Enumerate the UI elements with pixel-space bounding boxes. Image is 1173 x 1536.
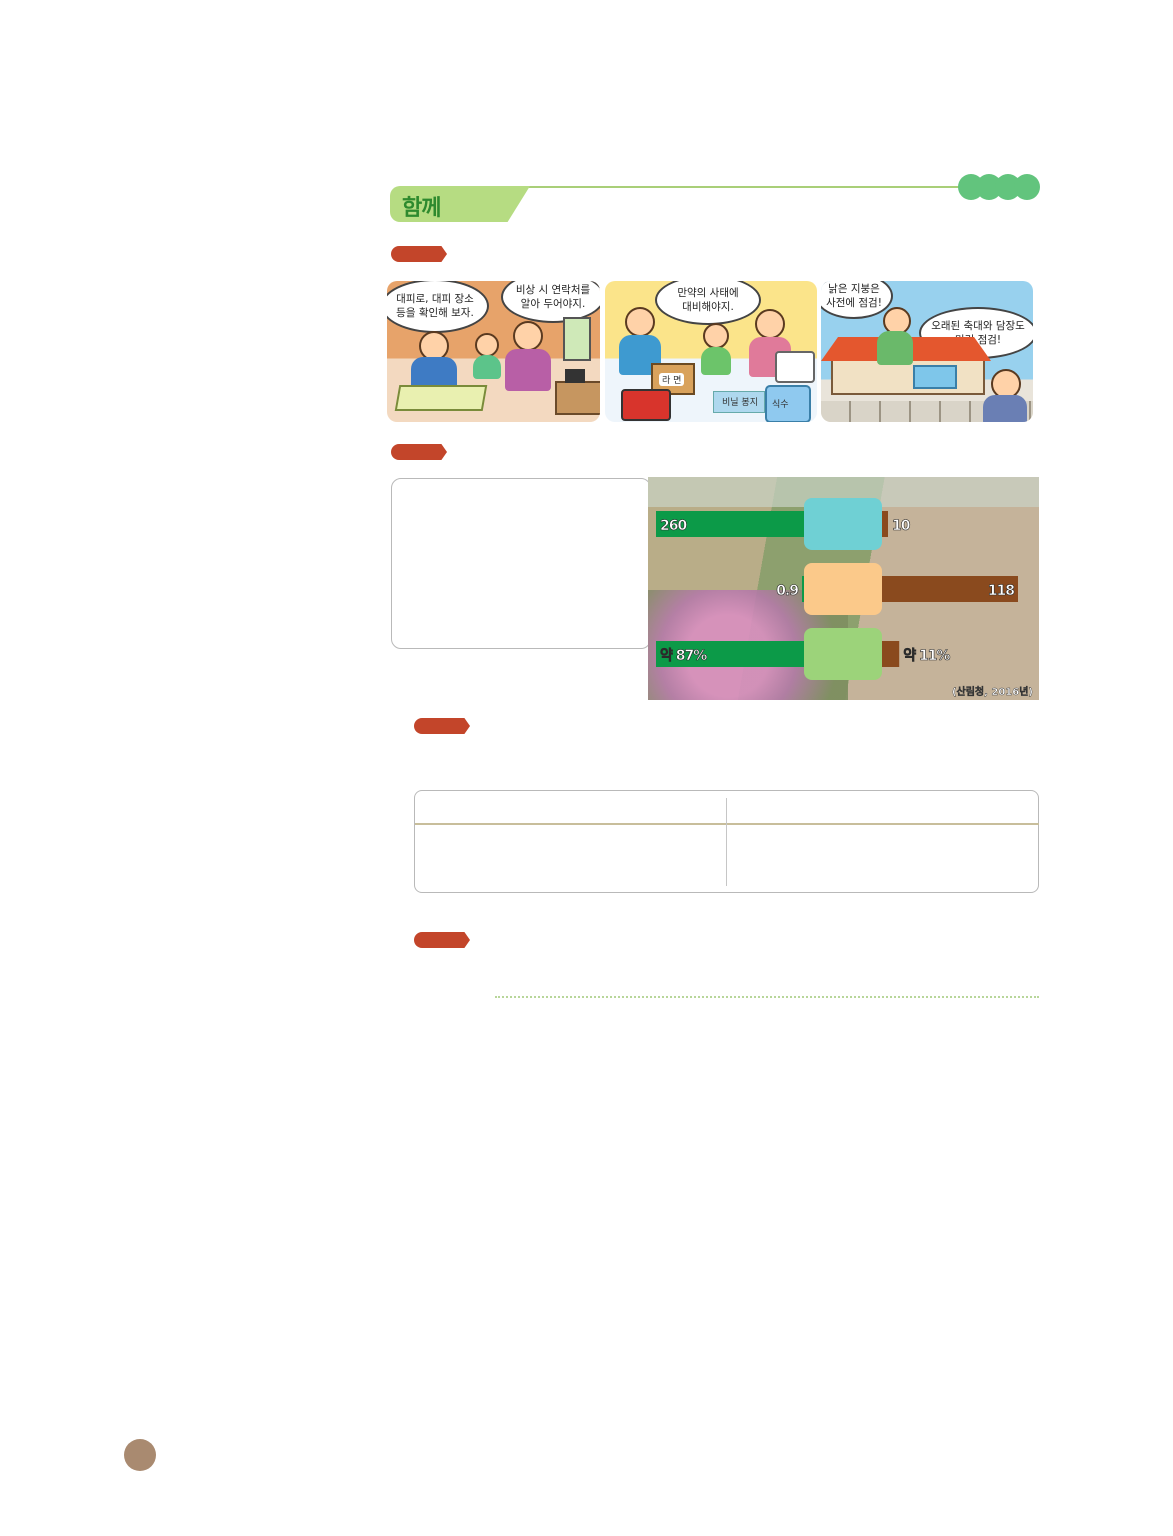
child-figure [475,333,499,357]
chart-source: (산림청, 2016년) [952,685,1033,698]
bar-left [802,576,804,602]
activity-label-4 [414,932,470,948]
radio-icon [621,389,671,421]
house-window [913,365,957,389]
comic-panel-emergency-supplies: 만약의 사태에 대비해야지. 라 면 비닐 봉지 식수 [605,281,817,422]
bar-right [882,641,900,667]
category-box [804,498,882,550]
comic-panel-family-map: 대피로, 대피 장소 등을 확인해 보자. 비상 시 연락처를 알아 두어야지. [387,281,600,422]
speech-bubble: 대피로, 대피 장소 등을 확인해 보자. [387,281,489,333]
father-figure [625,307,655,337]
activity-label-1 [391,246,447,262]
bar-right-label: 118 [988,583,1014,599]
mother-body [505,349,551,391]
bar-right [882,511,888,537]
header-rule [520,186,960,188]
activity-label-3 [414,718,470,734]
father-body [877,331,913,365]
item-label: 라 면 [659,373,685,386]
child-figure [703,323,729,349]
child-body [701,347,731,375]
child-body [473,355,501,379]
mother-figure [513,321,543,351]
map-sheet [394,385,488,411]
category-box [804,628,882,680]
header-dots-decoration [958,174,1040,200]
table-header-rule [415,823,1039,825]
activity-label-2 [391,444,447,460]
info-box [391,478,651,649]
answer-line [495,996,1039,998]
speech-bubble: 낡은 지붕은 사전에 점검! [821,281,893,319]
page-number-badge [124,1439,156,1471]
item-label: 식수 [772,400,789,410]
chart-svg: 260 10 0.9 118 약 87% 약 11% (산림청, 2016년) [656,498,1033,698]
telephone-icon [565,369,585,383]
forest-comparison-chart: 260 10 0.9 118 약 87% 약 11% (산림청, 2016년) [648,477,1039,700]
table-column-divider [726,798,727,886]
first-aid-kit-icon [775,351,815,383]
cabinet [555,381,600,415]
bar-right-label: 10 [892,518,911,534]
comic-panel-roof-check: 낡은 지붕은 사전에 점검! 오래된 축대와 담장도 미리 점검! [821,281,1033,422]
speech-bubble: 만약의 사태에 대비해야지. [655,281,761,325]
bar-right-label: 약 11% [903,647,950,664]
category-box [804,563,882,615]
wall-poster [563,317,591,361]
bar-left-label: 260 [660,518,687,534]
section-title: 함께 [402,196,441,221]
item-label: 비닐 봉지 [722,398,758,408]
bar-left-label: 0.9 [776,583,798,599]
bar-left-label: 약 87% [660,647,707,664]
mother-body [983,395,1027,422]
mother-figure [755,309,785,339]
